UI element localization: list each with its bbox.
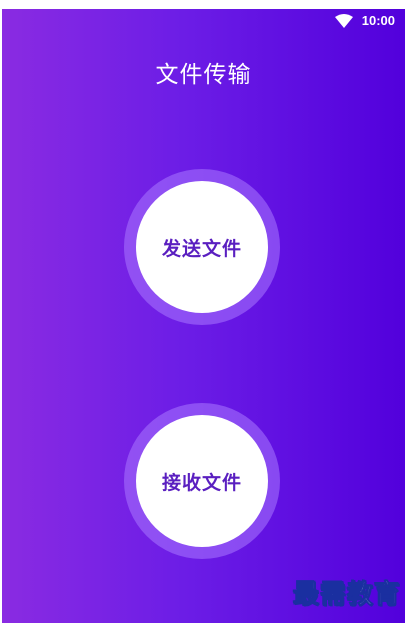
receive-file-ring: 接收文件: [124, 403, 280, 559]
receive-file-label: 接收文件: [161, 471, 242, 494]
watermark-logo: 最需教育: [292, 580, 401, 611]
send-file-ring: 发送文件: [124, 169, 280, 325]
send-file-label: 发送文件: [161, 237, 242, 260]
wifi-icon: [335, 14, 353, 28]
receive-file-button[interactable]: 接收文件: [136, 415, 268, 547]
status-bar: 10:00: [2, 9, 405, 33]
send-file-button[interactable]: 发送文件: [136, 181, 268, 313]
status-time: 10:00: [361, 13, 395, 28]
page-title: 文件传输: [155, 62, 252, 88]
app-screen: 10:00 文件传输 发送文件 接收文件 最需教育: [2, 9, 405, 623]
